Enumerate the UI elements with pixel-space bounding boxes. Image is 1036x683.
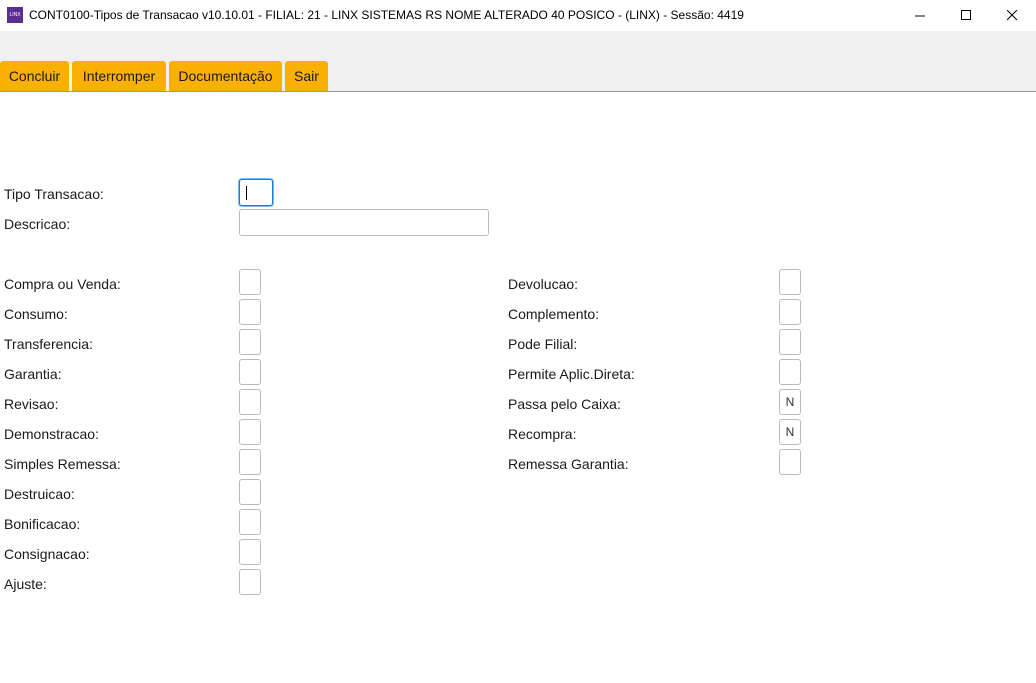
close-icon — [1007, 10, 1018, 21]
complemento-label: Complemento: — [508, 306, 600, 322]
pode-filial-label: Pode Filial: — [508, 336, 578, 352]
demonstracao-label: Demonstracao: — [4, 426, 99, 442]
descricao-label: Descricao: — [4, 216, 71, 232]
consignacao-field[interactable] — [239, 539, 261, 565]
documentacao-button[interactable]: Documentação — [169, 61, 282, 91]
tipo-transacao-label: Tipo Transacao: — [4, 186, 104, 202]
bonificacao-field[interactable] — [239, 509, 261, 535]
revisao-field[interactable] — [239, 389, 261, 415]
consignacao-label: Consignacao: — [4, 546, 90, 562]
compra-ou-venda-field[interactable] — [239, 269, 261, 295]
ajuste-label: Ajuste: — [4, 576, 47, 592]
transferencia-field[interactable] — [239, 329, 261, 355]
ajuste-field[interactable] — [239, 569, 261, 595]
permite-aplic-direta-label: Permite Aplic.Direta: — [508, 366, 635, 382]
demonstracao-field[interactable] — [239, 419, 261, 445]
concluir-button[interactable]: Concluir — [0, 61, 69, 91]
maximize-icon — [961, 10, 971, 20]
descricao-input[interactable] — [239, 209, 489, 236]
garantia-field[interactable] — [239, 359, 261, 385]
transferencia-label: Transferencia: — [4, 336, 93, 352]
text-caret — [246, 186, 247, 200]
destruicao-label: Destruicao: — [4, 486, 75, 502]
passa-pelo-caixa-field[interactable]: N — [779, 389, 801, 415]
simples-remessa-field[interactable] — [239, 449, 261, 475]
minimize-button[interactable] — [898, 0, 944, 31]
app-logo-icon: LINX — [7, 7, 23, 23]
revisao-label: Revisao: — [4, 396, 59, 412]
complemento-field[interactable] — [779, 299, 801, 325]
remessa-garantia-label: Remessa Garantia: — [508, 456, 629, 472]
tipo-transacao-input[interactable] — [239, 179, 273, 206]
recompra-label: Recompra: — [508, 426, 577, 442]
title-bar: LINX CONT0100-Tipos de Transacao v10.10.… — [0, 0, 1036, 31]
bonificacao-label: Bonificacao: — [4, 516, 81, 532]
devolucao-field[interactable] — [779, 269, 801, 295]
pode-filial-field[interactable] — [779, 329, 801, 355]
maximize-button[interactable] — [944, 0, 990, 31]
garantia-label: Garantia: — [4, 366, 62, 382]
sair-button[interactable]: Sair — [285, 61, 328, 91]
passa-pelo-caixa-label: Passa pelo Caixa: — [508, 396, 621, 412]
devolucao-label: Devolucao: — [508, 276, 579, 292]
close-button[interactable] — [990, 0, 1036, 31]
consumo-label: Consumo: — [4, 306, 68, 322]
consumo-field[interactable] — [239, 299, 261, 325]
minimize-icon — [915, 15, 925, 17]
remessa-garantia-field[interactable] — [779, 449, 801, 475]
window-title: CONT0100-Tipos de Transacao v10.10.01 - … — [29, 8, 744, 22]
destruicao-field[interactable] — [239, 479, 261, 505]
interromper-button[interactable]: Interromper — [72, 61, 166, 91]
compra-ou-venda-label: Compra ou Venda: — [4, 276, 121, 292]
simples-remessa-label: Simples Remessa: — [4, 456, 121, 472]
recompra-field[interactable]: N — [779, 419, 801, 445]
permite-aplic-direta-field[interactable] — [779, 359, 801, 385]
